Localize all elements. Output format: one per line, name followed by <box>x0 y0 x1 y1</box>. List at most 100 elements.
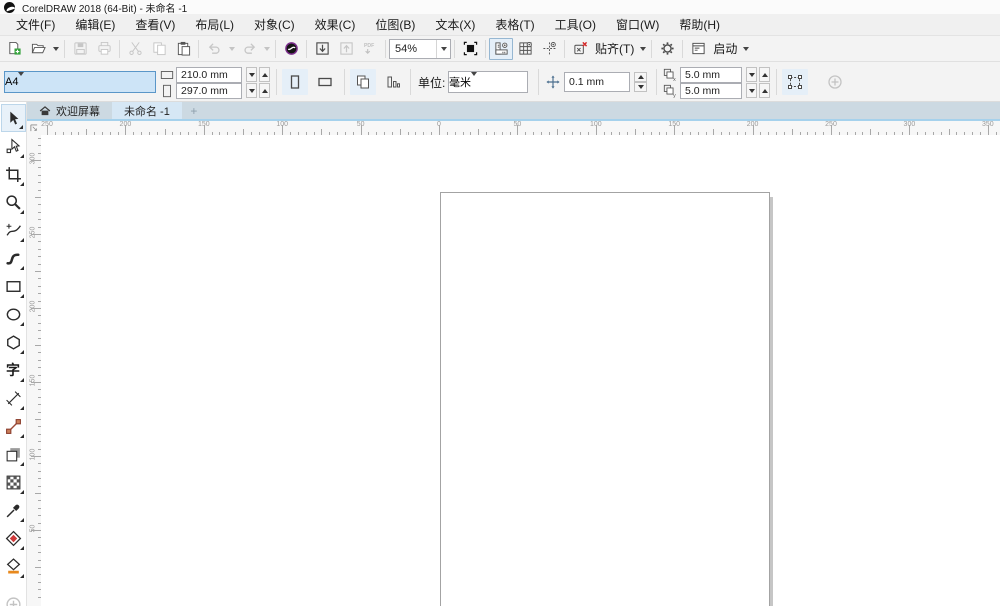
paste-button[interactable] <box>171 38 195 60</box>
portrait-button[interactable] <box>282 69 308 95</box>
page-width-spin-down[interactable] <box>246 67 257 82</box>
page-width-spinner[interactable] <box>246 67 270 82</box>
units-dropdown-arrow[interactable] <box>471 72 477 88</box>
page-height-spin-down[interactable] <box>246 83 257 98</box>
menu-item-4[interactable]: 对象(C) <box>244 14 305 35</box>
export-button[interactable] <box>334 38 358 60</box>
undo-button[interactable] <box>202 38 226 60</box>
full-screen-preview-button[interactable] <box>458 38 482 60</box>
import-button[interactable] <box>310 38 334 60</box>
duplicate-y-field[interactable] <box>680 83 742 99</box>
nudge-spinner[interactable] <box>634 72 647 92</box>
menu-item-9[interactable]: 工具(O) <box>545 14 606 35</box>
options-gear-button[interactable] <box>655 38 679 60</box>
redo-button[interactable] <box>237 38 261 60</box>
undo-dropdown-arrow[interactable] <box>226 38 237 60</box>
new-document-button[interactable] <box>2 38 26 60</box>
treat-as-filled-button[interactable] <box>782 69 808 95</box>
vertical-ruler[interactable]: 300 250 200 150 100 50 <box>27 135 41 606</box>
duplicate-x-spinner[interactable] <box>746 67 770 82</box>
smart-fill-tool[interactable] <box>1 552 26 580</box>
landscape-button[interactable] <box>312 69 338 95</box>
zoom-levels-dropdown-arrow[interactable] <box>436 39 450 58</box>
nudge-distance-field[interactable] <box>564 72 630 92</box>
application-launcher-label[interactable]: 启动 <box>710 40 740 57</box>
duplicate-y-spinner[interactable] <box>746 83 770 98</box>
menu-item-8[interactable]: 表格(T) <box>485 14 544 35</box>
application-launcher-dropdown-arrow[interactable] <box>740 38 751 60</box>
print-button[interactable] <box>92 38 116 60</box>
menu-item-5[interactable]: 效果(C) <box>305 14 366 35</box>
page-width-spin-up[interactable] <box>259 67 270 82</box>
ellipse-tool[interactable] <box>1 300 26 328</box>
menu-item-7[interactable]: 文本(X) <box>425 14 485 35</box>
application-launcher-icon[interactable] <box>686 38 710 60</box>
cut-button[interactable] <box>123 38 147 60</box>
open-dropdown-arrow[interactable] <box>50 38 61 60</box>
artistic-media-tool[interactable] <box>1 244 26 272</box>
redo-dropdown-arrow[interactable] <box>261 38 272 60</box>
menu-item-2[interactable]: 查看(V) <box>125 14 185 35</box>
menu-item-1[interactable]: 编辑(E) <box>65 14 125 35</box>
parallel-dimension-tool[interactable] <box>1 384 26 412</box>
page-height-field[interactable] <box>176 83 242 99</box>
freehand-tool[interactable] <box>1 216 26 244</box>
duplicate-x-spin-up[interactable] <box>759 67 770 82</box>
publish-pdf-button[interactable]: PDF <box>358 38 382 60</box>
duplicate-x-field[interactable] <box>680 67 742 83</box>
propbar-customize-button[interactable] <box>822 69 848 95</box>
vruler-tick <box>31 308 41 309</box>
page-width-field[interactable] <box>176 67 242 83</box>
duplicate-y-spin-up[interactable] <box>759 83 770 98</box>
page-size-preset-combo[interactable]: A4 <box>4 71 156 93</box>
show-rulers-button[interactable] <box>489 37 513 60</box>
drop-shadow-tool[interactable] <box>1 440 26 468</box>
page-height-spin-up[interactable] <box>259 83 270 98</box>
search-content-button[interactable] <box>279 38 303 60</box>
rectangle-tool[interactable] <box>1 272 26 300</box>
new-tab-button[interactable]: + <box>182 102 206 119</box>
interactive-fill-tool[interactable] <box>1 524 26 552</box>
nudge-spin-down[interactable] <box>634 82 647 92</box>
units-combo[interactable]: 毫米 <box>448 71 528 93</box>
toolbox-customize-button[interactable] <box>1 590 26 606</box>
open-button[interactable] <box>26 38 50 60</box>
drawing-canvas[interactable] <box>41 135 1000 606</box>
page-size-dropdown-arrow[interactable] <box>18 72 25 88</box>
text-tool[interactable]: 字 <box>1 356 26 384</box>
tab-welcome-screen[interactable]: 欢迎屏幕 <box>27 102 112 119</box>
ruler-origin-button[interactable] <box>27 121 41 135</box>
menu-item-6[interactable]: 位图(B) <box>365 14 425 35</box>
text-tool-glyph: 字 <box>6 362 20 378</box>
show-grid-button[interactable] <box>513 38 537 60</box>
nudge-spin-up[interactable] <box>634 72 647 82</box>
menu-item-0[interactable]: 文件(F) <box>6 14 65 35</box>
duplicate-y-spin-down[interactable] <box>746 83 757 98</box>
menu-item-11[interactable]: 帮助(H) <box>669 14 730 35</box>
tab-untitled-document[interactable]: 未命名 -1 <box>112 102 182 119</box>
current-page-button[interactable] <box>380 69 406 95</box>
color-eyedropper-tool[interactable] <box>1 496 26 524</box>
copy-button[interactable] <box>147 38 171 60</box>
pick-tool[interactable] <box>0 104 26 132</box>
save-button[interactable] <box>68 38 92 60</box>
page-height-spinner[interactable] <box>246 83 270 98</box>
transparency-tool[interactable] <box>1 468 26 496</box>
document-page[interactable] <box>440 192 770 606</box>
horizontal-ruler[interactable]: 25020015010050050100150200250300350 <box>41 121 1000 135</box>
all-pages-button[interactable] <box>350 69 376 95</box>
snap-off-button[interactable] <box>568 38 592 60</box>
snap-to-label[interactable]: 贴齐(T) <box>592 40 637 57</box>
crop-tool[interactable] <box>1 160 26 188</box>
menu-item-3[interactable]: 布局(L) <box>185 14 244 35</box>
duplicate-x-spin-down[interactable] <box>746 67 757 82</box>
snap-to-dropdown-arrow[interactable] <box>637 38 648 60</box>
show-guidelines-button[interactable] <box>537 38 561 60</box>
shape-tool[interactable] <box>1 132 26 160</box>
zoom-levels-combo[interactable]: 54% <box>389 38 451 59</box>
polygon-tool[interactable] <box>1 328 26 356</box>
zoom-tool[interactable] <box>1 188 26 216</box>
connector-tool[interactable] <box>1 412 26 440</box>
menu-item-10[interactable]: 窗口(W) <box>606 14 669 35</box>
document-tab-bar: 欢迎屏幕 未命名 -1 + <box>27 102 1000 121</box>
